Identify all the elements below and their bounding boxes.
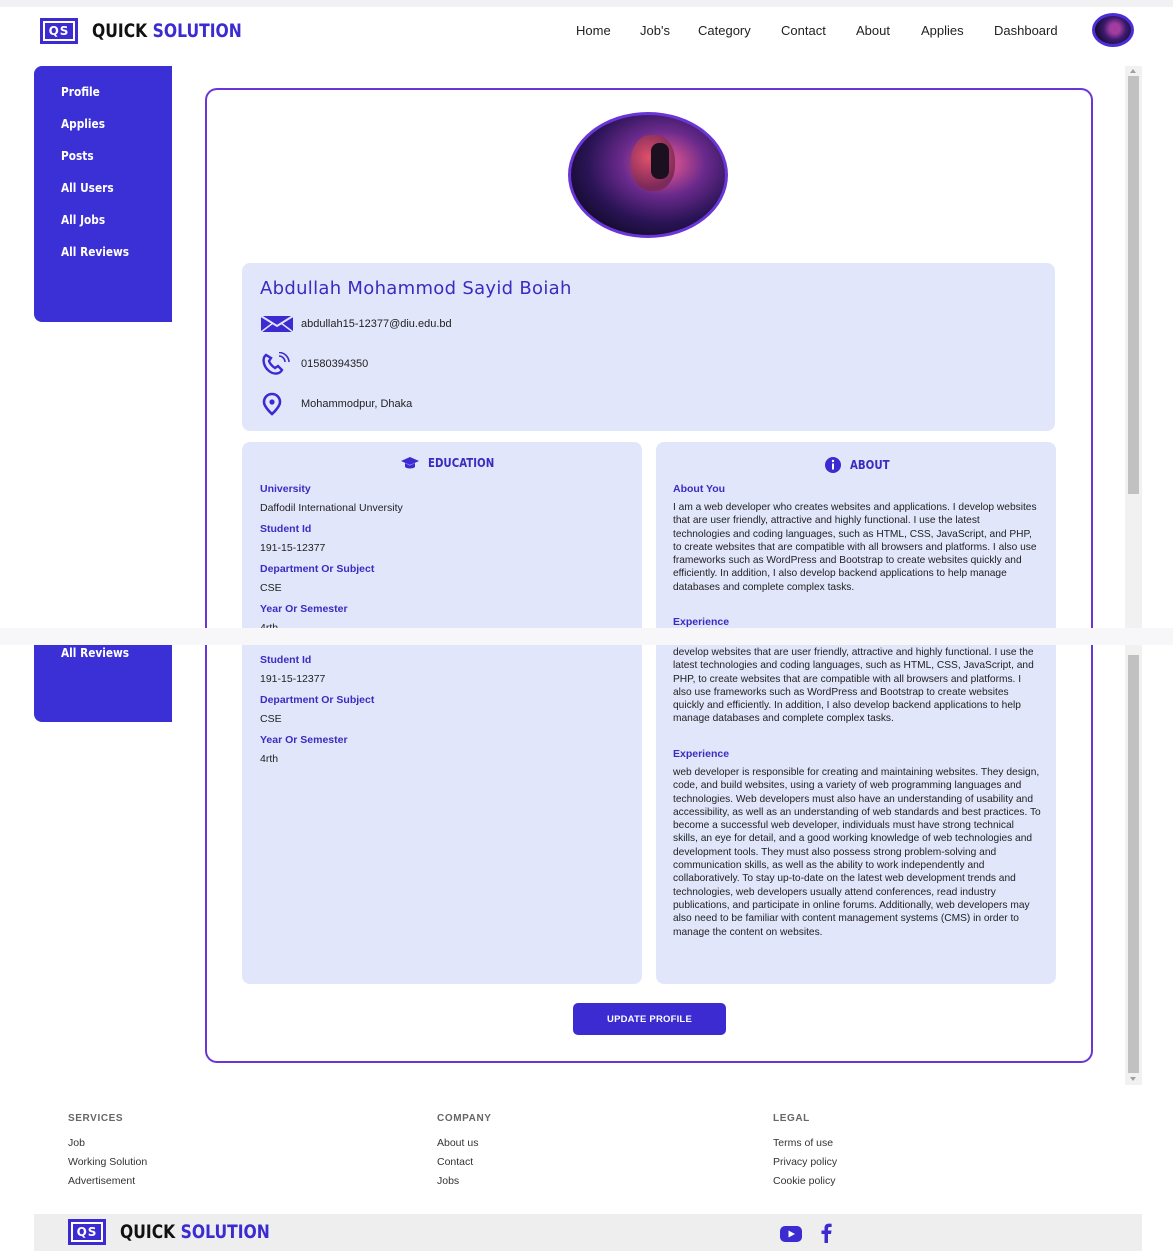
profile-name: Abdullah Mohammod Sayid Boiah	[260, 278, 572, 299]
footer-logo-mark: QS	[68, 1219, 106, 1245]
footer-link-terms[interactable]: Terms of use	[773, 1137, 833, 1149]
university-value: Daffodil International Unversity	[260, 502, 403, 514]
sidebar-item-all-reviews-lower[interactable]: All Reviews	[61, 646, 129, 660]
education-title: EDUCATION	[400, 456, 506, 470]
nav-home[interactable]: Home	[576, 23, 611, 38]
profile-location: Mohammodpur, Dhaka	[301, 398, 413, 410]
footer-link-working-solution[interactable]: Working Solution	[68, 1156, 147, 1168]
scroll-up-icon[interactable]	[1130, 69, 1136, 73]
profile-photo	[568, 112, 728, 238]
student-id-label-lower: Student Id	[260, 654, 312, 666]
university-label: University	[260, 483, 311, 495]
nav-about[interactable]: About	[856, 23, 890, 38]
sidebar-item-posts[interactable]: Posts	[61, 149, 94, 163]
footer-services-title: SERVICES	[68, 1113, 124, 1124]
facebook-icon[interactable]	[820, 1223, 832, 1248]
year-value-lower: 4rth	[260, 753, 279, 765]
footer-link-advertisement[interactable]: Advertisement	[68, 1175, 135, 1187]
location-pin-icon	[260, 392, 294, 416]
footer-legal-title: LEGAL	[773, 1113, 810, 1124]
info-icon	[825, 457, 841, 473]
department-label-lower: Department Or Subject	[260, 694, 375, 706]
phone-icon	[260, 352, 294, 376]
page-seam	[0, 628, 1173, 645]
sidebar-item-all-jobs[interactable]: All Jobs	[61, 213, 105, 227]
footer-link-privacy[interactable]: Privacy policy	[773, 1156, 837, 1168]
navbar: QS QUICK SOLUTION Home Job's Category Co…	[0, 7, 1173, 55]
student-id-value-lower: 191-15-12377	[260, 673, 326, 685]
location-row: Mohammodpur, Dhaka	[260, 392, 412, 416]
scrollbar-thumb[interactable]	[1128, 76, 1139, 494]
mail-icon	[260, 315, 294, 333]
experience-text: web developer is responsible for creatin…	[673, 767, 1041, 938]
nav-contact[interactable]: Contact	[781, 23, 826, 38]
scrollbar-thumb-lower[interactable]	[1128, 655, 1139, 1073]
footer-company-title: COMPANY	[437, 1113, 492, 1124]
year-label-lower: Year Or Semester	[260, 734, 348, 746]
footer-link-about-us[interactable]: About us	[437, 1137, 478, 1149]
about-title: ABOUT	[824, 456, 897, 474]
about-you-label: About You	[673, 483, 726, 495]
profile-email: abdullah15-12377@diu.edu.bd	[301, 318, 452, 330]
about-you-text: I am a web developer who creates website…	[673, 502, 1037, 593]
experience-label-top: Experience	[673, 616, 730, 628]
footer-link-contact[interactable]: Contact	[437, 1156, 473, 1168]
profile-phone: 01580394350	[301, 358, 369, 370]
nav-applies[interactable]: Applies	[921, 23, 964, 38]
sidebar-item-all-users[interactable]: All Users	[61, 181, 114, 195]
user-avatar-icon[interactable]	[1092, 13, 1134, 47]
student-id-label: Student Id	[260, 523, 312, 535]
dashboard-sidebar: Profile Applies Posts All Users All Jobs…	[34, 66, 172, 322]
contact-info-box: Abdullah Mohammod Sayid Boiah abdullah15…	[242, 263, 1055, 431]
email-row: abdullah15-12377@diu.edu.bd	[260, 315, 452, 333]
about-you-text-lower: develop websites that are user friendly,…	[673, 647, 1034, 725]
student-id-value: 191-15-12377	[260, 542, 326, 554]
about-panel: ABOUT About You I am a web developer who…	[656, 442, 1056, 628]
department-label: Department Or Subject	[260, 563, 375, 575]
department-value: CSE	[260, 582, 282, 594]
sidebar-item-applies[interactable]: Applies	[61, 117, 105, 131]
footer-link-job[interactable]: Job	[68, 1137, 85, 1149]
phone-row: 01580394350	[260, 352, 368, 376]
education-panel-lower: Student Id 191-15-12377 Department Or Su…	[242, 645, 642, 984]
education-panel: EDUCATION University Daffodil Internatio…	[242, 442, 642, 628]
nav-dashboard[interactable]: Dashboard	[994, 23, 1058, 38]
scroll-down-icon[interactable]	[1130, 1077, 1136, 1081]
about-panel-lower: develop websites that are user friendly,…	[656, 645, 1056, 984]
footer-link-cookie[interactable]: Cookie policy	[773, 1175, 835, 1187]
update-profile-button[interactable]: UPDATE PROFILE	[573, 1003, 726, 1035]
youtube-icon[interactable]	[780, 1226, 802, 1247]
footer-link-jobs[interactable]: Jobs	[437, 1175, 459, 1187]
year-label: Year Or Semester	[260, 603, 348, 615]
dashboard-sidebar-lower: All Reviews	[34, 645, 172, 722]
footer-bar: QS QUICK SOLUTION	[34, 1214, 1142, 1251]
brand-logo[interactable]: QS QUICK SOLUTION	[40, 18, 275, 44]
nav-jobs[interactable]: Job's	[640, 23, 670, 38]
nav-category[interactable]: Category	[698, 23, 751, 38]
graduation-cap-icon	[401, 457, 419, 469]
footer-brand-logo[interactable]: QS QUICK SOLUTION	[68, 1219, 303, 1245]
footer-brand-name: QUICK SOLUTION	[120, 1221, 270, 1243]
sidebar-item-all-reviews[interactable]: All Reviews	[61, 245, 129, 259]
brand-name: QUICK SOLUTION	[92, 20, 242, 42]
logo-mark: QS	[40, 18, 78, 44]
top-divider	[0, 0, 1173, 7]
sidebar-item-profile[interactable]: Profile	[61, 85, 100, 99]
department-value-lower: CSE	[260, 713, 282, 725]
experience-label: Experience	[673, 748, 730, 760]
